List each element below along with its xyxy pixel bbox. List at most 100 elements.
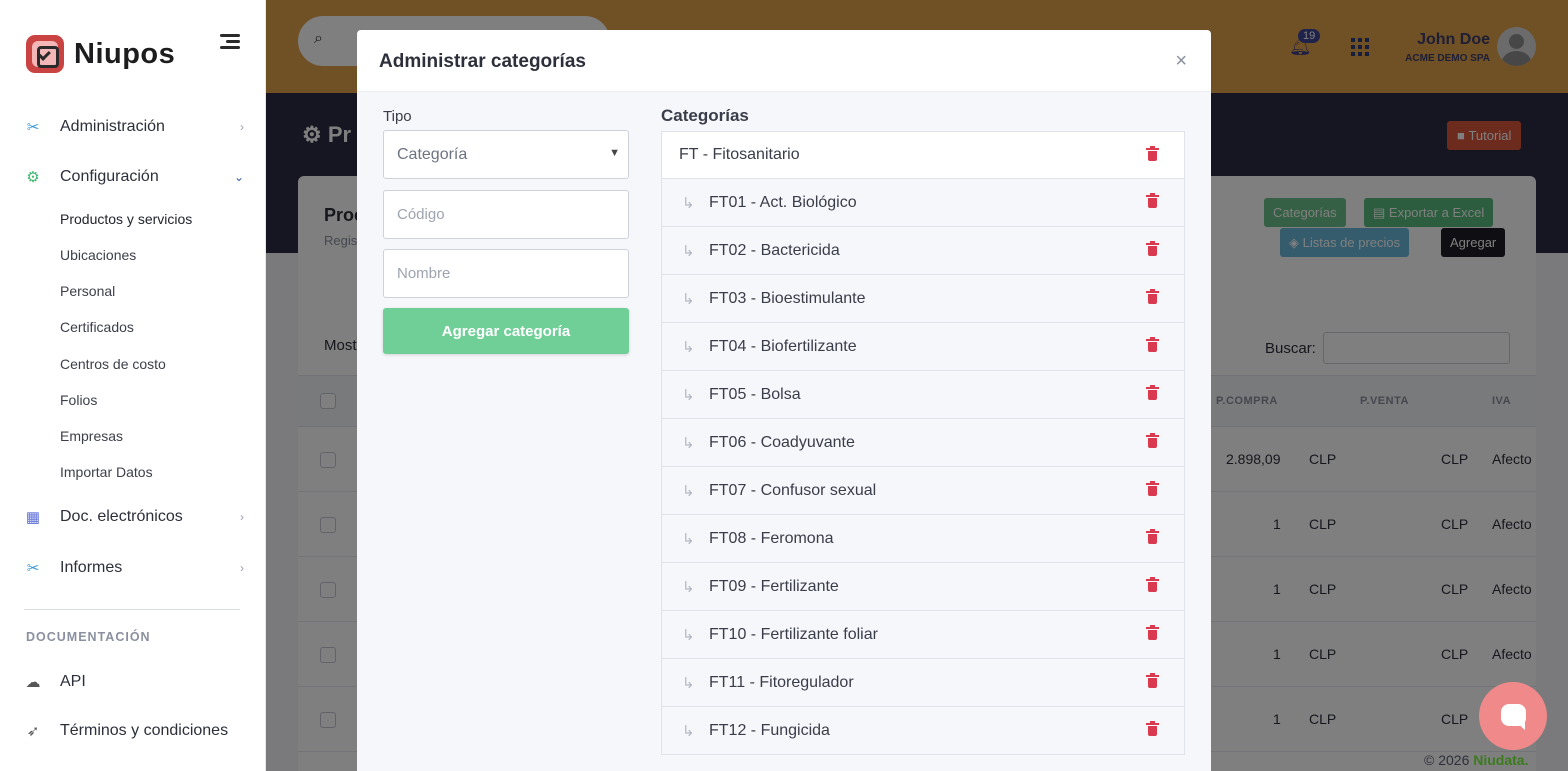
chevron-down-icon: ▼	[609, 147, 620, 159]
sidebar-subitem-empresas[interactable]: Empresas	[60, 428, 123, 444]
sidebar-subitem-centros-costo[interactable]: Centros de costo	[60, 356, 166, 372]
modal-title: Administrar categorías	[379, 51, 586, 72]
list-item[interactable]: ↳ FT08 - Feromona	[661, 515, 1185, 563]
gear-icon: ⚙	[26, 169, 40, 186]
sidebar-item-doc-electronicos[interactable]: ▦ Doc. electrónicos ›	[24, 502, 244, 532]
category-name: FT02 - Bactericida	[709, 241, 840, 259]
list-item[interactable]: ↳ FT04 - Biofertilizante	[661, 323, 1185, 371]
tipo-label: Tipo	[383, 108, 412, 125]
chat-button[interactable]	[1479, 682, 1547, 750]
list-item[interactable]: ↳ FT03 - Bioestimulante	[661, 275, 1185, 323]
doc-heading: DOCUMENTACIÓN	[26, 630, 151, 644]
brand[interactable]: Niupos	[26, 35, 175, 73]
sidebar-item-api[interactable]: ☁ API	[24, 667, 244, 697]
trash-icon[interactable]	[1146, 289, 1159, 304]
category-name: FT08 - Feromona	[709, 529, 834, 547]
sidebar-subitem-personal[interactable]: Personal	[60, 283, 115, 299]
category-name: FT03 - Bioestimulante	[709, 289, 866, 307]
list-item[interactable]: ↳ FT10 - Fertilizante foliar	[661, 611, 1185, 659]
sidebar-item-label: Informes	[60, 559, 123, 576]
list-item[interactable]: ↳ FT02 - Bactericida	[661, 227, 1185, 275]
trash-icon[interactable]	[1146, 433, 1159, 448]
chevron-right-icon: ›	[240, 120, 244, 134]
trash-icon[interactable]	[1146, 625, 1159, 640]
menu-toggle-icon[interactable]	[220, 34, 240, 50]
sidebar-item-label: Configuración	[60, 168, 159, 185]
cash-register-icon: ▦	[25, 509, 41, 526]
subcategory-arrow-icon: ↳	[682, 242, 695, 260]
category-name: FT06 - Coadyuvante	[709, 433, 855, 451]
list-item[interactable]: ↳ FT07 - Confusor sexual	[661, 467, 1185, 515]
sidebar-item-label: Términos y condiciones	[60, 722, 229, 739]
trash-icon[interactable]	[1146, 385, 1159, 400]
trash-icon[interactable]	[1146, 337, 1159, 352]
manage-categories-modal: Administrar categorías × Tipo Categoría …	[357, 30, 1211, 771]
sidebar: Niupos ✂ Administración › ⚙ Configuració…	[0, 0, 266, 771]
subcategory-arrow-icon: ↳	[682, 290, 695, 308]
chevron-right-icon: ›	[240, 510, 244, 524]
category-name: FT - Fitosanitario	[679, 146, 800, 163]
nombre-input[interactable]: Nombre	[383, 249, 629, 298]
sidebar-item-terminos[interactable]: ➶ Términos y condiciones	[24, 716, 244, 746]
list-item[interactable]: ↳ FT06 - Coadyuvante	[661, 419, 1185, 467]
sidebar-divider	[24, 609, 240, 610]
trash-icon[interactable]	[1146, 577, 1159, 592]
sidebar-item-configuracion[interactable]: ⚙ Configuración ⌄	[24, 162, 244, 192]
categories-label: Categorías	[661, 106, 749, 125]
sidebar-item-label: Administración	[60, 118, 165, 135]
categories-list: FT - Fitosanitario ↳ FT01 - Act. Biológi…	[661, 131, 1185, 755]
list-item[interactable]: ↳ FT09 - Fertilizante	[661, 563, 1185, 611]
subcategory-arrow-icon: ↳	[682, 338, 695, 356]
chevron-down-icon: ⌄	[233, 170, 244, 184]
trash-icon[interactable]	[1146, 193, 1159, 208]
category-name: FT01 - Act. Biológico	[709, 193, 857, 211]
footer-brand-link[interactable]: Niudata.	[1473, 752, 1528, 768]
sidebar-subitem-folios[interactable]: Folios	[60, 392, 97, 408]
sidebar-subitem-ubicaciones[interactable]: Ubicaciones	[60, 247, 136, 263]
sidebar-subitem-importar[interactable]: Importar Datos	[60, 464, 153, 480]
trash-icon[interactable]	[1146, 529, 1159, 544]
codigo-input[interactable]: Código	[383, 190, 629, 239]
list-item[interactable]: ↳ FT11 - Fitoregulador	[661, 659, 1185, 707]
modal-header: Administrar categorías ×	[357, 30, 1211, 92]
tipo-select-value: Categoría	[397, 145, 468, 163]
footer-copyright: © 2026 Niudata.	[1424, 752, 1528, 768]
trash-icon[interactable]	[1146, 721, 1159, 736]
brand-name: Niupos	[74, 37, 176, 70]
trash-icon[interactable]	[1146, 481, 1159, 496]
add-category-button[interactable]: Agregar categoría	[383, 308, 629, 354]
list-item[interactable]: ↳ FT12 - Fungicida	[661, 707, 1185, 755]
close-icon[interactable]: ×	[1175, 50, 1187, 73]
subcategory-arrow-icon: ↳	[682, 482, 695, 500]
subcategory-arrow-icon: ↳	[682, 194, 695, 212]
trash-icon[interactable]	[1146, 241, 1159, 256]
sidebar-item-informes[interactable]: ✂ Informes ›	[24, 553, 244, 583]
cloud-icon: ☁	[25, 674, 41, 691]
sidebar-subitem-productos[interactable]: Productos y servicios	[60, 211, 192, 227]
category-name: FT09 - Fertilizante	[709, 577, 839, 595]
sidebar-item-label: API	[60, 673, 86, 690]
sidebar-item-administracion[interactable]: ✂ Administración ›	[24, 112, 244, 142]
subcategory-arrow-icon: ↳	[682, 722, 695, 740]
sidebar-item-label: Doc. electrónicos	[60, 508, 183, 525]
footer-year: © 2026	[1424, 752, 1470, 768]
list-item[interactable]: ↳ FT01 - Act. Biológico	[661, 179, 1185, 227]
list-item[interactable]: ↳ FT05 - Bolsa	[661, 371, 1185, 419]
tools-icon: ✂	[26, 560, 40, 577]
subcategory-arrow-icon: ↳	[682, 386, 695, 404]
trash-icon[interactable]	[1146, 673, 1159, 688]
list-item[interactable]: FT - Fitosanitario	[661, 131, 1185, 179]
category-name: FT07 - Confusor sexual	[709, 481, 877, 499]
subcategory-arrow-icon: ↳	[682, 434, 695, 452]
tools-icon: ✂	[26, 119, 40, 136]
category-name: FT11 - Fitoregulador	[709, 673, 854, 691]
category-name: FT12 - Fungicida	[709, 721, 830, 739]
tipo-select[interactable]: Categoría ▼	[383, 130, 629, 179]
chevron-right-icon: ›	[240, 561, 244, 575]
subcategory-arrow-icon: ↳	[682, 626, 695, 644]
niupos-logo-icon	[26, 35, 64, 73]
sidebar-subitem-certificados[interactable]: Certificados	[60, 319, 134, 335]
subcategory-arrow-icon: ↳	[682, 530, 695, 548]
category-name: FT10 - Fertilizante foliar	[709, 625, 878, 643]
trash-icon[interactable]	[1146, 146, 1159, 161]
